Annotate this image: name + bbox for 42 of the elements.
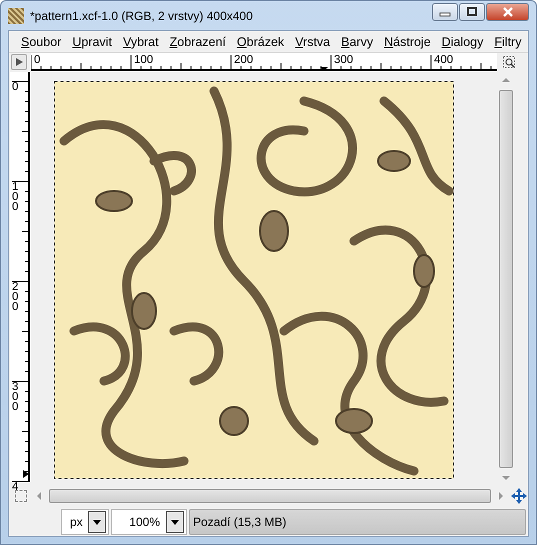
menu-item[interactable]: Dialogy bbox=[436, 34, 488, 48]
triangle-right-icon bbox=[14, 57, 24, 67]
menu-item[interactable]: Barvy bbox=[335, 34, 378, 48]
image-thumbnail-icon bbox=[8, 8, 24, 24]
zoom-icon[interactable] bbox=[501, 54, 517, 70]
ruler-label: 0 bbox=[33, 53, 40, 67]
ruler-label: 4 bbox=[12, 482, 18, 492]
scrollbar-thumb[interactable] bbox=[49, 489, 491, 503]
menu-item[interactable]: Vybrat bbox=[116, 34, 164, 48]
menu-item[interactable]: Nástroje bbox=[378, 34, 436, 48]
menu-item[interactable]: Soubor bbox=[15, 34, 66, 48]
scroll-right-arrow-icon[interactable] bbox=[497, 491, 505, 501]
scroll-left-arrow-icon[interactable] bbox=[35, 491, 43, 501]
menu-item[interactable]: Upravit bbox=[66, 34, 117, 48]
ruler-label: 200 bbox=[233, 53, 254, 67]
move-arrows-icon[interactable] bbox=[511, 488, 527, 504]
ruler-label: 300 bbox=[333, 53, 354, 67]
selection-toggle-icon[interactable] bbox=[15, 490, 27, 502]
close-button[interactable] bbox=[486, 2, 529, 20]
maximize-icon bbox=[465, 6, 479, 16]
menu-item[interactable]: Filtry bbox=[488, 34, 526, 48]
ruler-label: 100 bbox=[12, 182, 18, 212]
ruler-label: 300 bbox=[12, 382, 18, 412]
scrollbar-thumb[interactable] bbox=[499, 90, 513, 468]
status-message: Pozadí (15,3 MB) bbox=[189, 509, 526, 535]
maximize-button[interactable] bbox=[459, 2, 485, 20]
scroll-down-arrow-icon[interactable] bbox=[501, 474, 511, 482]
minimize-button[interactable] bbox=[432, 2, 458, 20]
ruler-label: 200 bbox=[12, 282, 18, 312]
ruler-label: 0 bbox=[12, 82, 18, 92]
unit-dropdown[interactable]: px bbox=[61, 509, 109, 535]
menu-item[interactable]: Obrázek bbox=[230, 34, 290, 48]
menu-item[interactable]: Zobrazení bbox=[164, 34, 231, 48]
menu-item[interactable]: Vrstva bbox=[289, 34, 336, 48]
ruler-label: 400 bbox=[433, 53, 454, 67]
horizontal-scrollbar[interactable] bbox=[35, 488, 505, 504]
quick-mask-menu-button[interactable] bbox=[11, 54, 27, 70]
close-icon bbox=[500, 6, 514, 16]
zoom-dropdown[interactable]: 100% bbox=[111, 509, 187, 535]
scroll-up-arrow-icon[interactable] bbox=[501, 76, 511, 84]
window-title: *pattern1.xcf-1.0 (RGB, 2 vrstvy) 400x400 bbox=[30, 8, 254, 22]
ruler-label: 100 bbox=[133, 53, 154, 67]
